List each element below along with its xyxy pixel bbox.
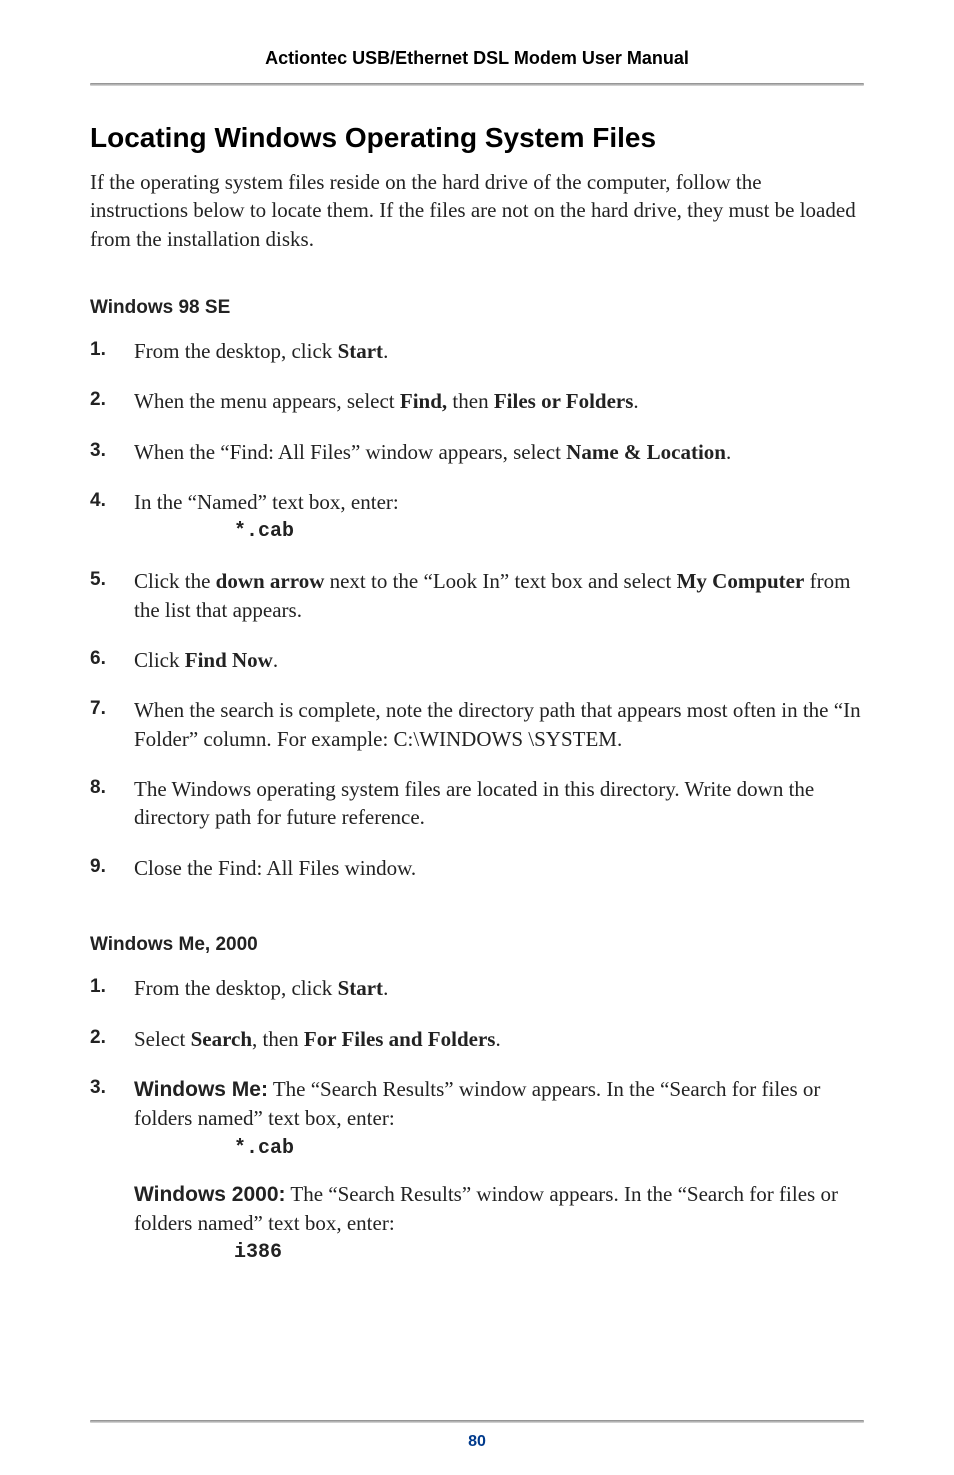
winme-steps: 1. From the desktop, click Start. 2. Sel… <box>90 974 864 1266</box>
step-body: Click Find Now. <box>134 646 864 674</box>
step-body: Click the down arrow next to the “Look I… <box>134 567 864 624</box>
section-intro: If the operating system files reside on … <box>90 168 864 253</box>
winme-label: Windows Me: <box>134 1078 268 1101</box>
step-body: From the desktop, click Start. <box>134 974 864 1002</box>
win98-steps: 1. From the desktop, click Start. 2. Whe… <box>90 337 864 882</box>
step-number: 5. <box>90 567 134 593</box>
step-body: When the search is complete, note the di… <box>134 696 864 753</box>
list-item: 9. Close the Find: All Files window. <box>90 854 864 882</box>
footer-rule <box>90 1420 864 1423</box>
page-header: Actiontec USB/Ethernet DSL Modem User Ma… <box>90 48 864 83</box>
step-body: When the menu appears, select Find, then… <box>134 387 864 415</box>
code-cab: *.cab <box>234 518 864 545</box>
step-body: Close the Find: All Files window. <box>134 854 864 882</box>
win98-heading: Windows 98 SE <box>90 297 864 319</box>
list-item: 5. Click the down arrow next to the “Loo… <box>90 567 864 624</box>
list-item: 7. When the search is complete, note the… <box>90 696 864 753</box>
step-body: The Windows operating system files are l… <box>134 775 864 832</box>
step-number: 1. <box>90 974 134 1000</box>
list-item: 3. Windows Me: The “Search Results” wind… <box>90 1075 864 1266</box>
step-number: 2. <box>90 1025 134 1051</box>
step-number: 8. <box>90 775 134 801</box>
list-item: 3. When the “Find: All Files” window app… <box>90 438 864 466</box>
path-text: C:\WINDOWS \SYSTEM <box>394 727 617 751</box>
list-item: 8. The Windows operating system files ar… <box>90 775 864 832</box>
step-body: In the “Named” text box, enter: *.cab <box>134 488 864 545</box>
list-item: 2. When the menu appears, select Find, t… <box>90 387 864 415</box>
list-item: 4. In the “Named” text box, enter: *.cab <box>90 488 864 545</box>
step-number: 3. <box>90 1075 134 1101</box>
step-number: 3. <box>90 438 134 464</box>
winme-heading: Windows Me, 2000 <box>90 934 864 956</box>
step-body: From the desktop, click Start. <box>134 337 864 365</box>
header-rule <box>90 83 864 86</box>
code-cab: *.cab <box>234 1135 864 1162</box>
step-number: 2. <box>90 387 134 413</box>
list-item: 1. From the desktop, click Start. <box>90 974 864 1002</box>
step-body: When the “Find: All Files” window appear… <box>134 438 864 466</box>
step-number: 6. <box>90 646 134 672</box>
code-i386: i386 <box>234 1239 864 1266</box>
step-number: 1. <box>90 337 134 363</box>
step-body: Select Search, then For Files and Folder… <box>134 1025 864 1053</box>
step-number: 4. <box>90 488 134 514</box>
step-number: 7. <box>90 696 134 722</box>
page-number: 80 <box>0 1433 954 1451</box>
list-item: 6. Click Find Now. <box>90 646 864 674</box>
win2000-label: Windows 2000: <box>134 1183 286 1206</box>
step-number: 9. <box>90 854 134 880</box>
list-item: 2. Select Search, then For Files and Fol… <box>90 1025 864 1053</box>
step-body: Windows Me: The “Search Results” window … <box>134 1075 864 1266</box>
list-item: 1. From the desktop, click Start. <box>90 337 864 365</box>
section-title: Locating Windows Operating System Files <box>90 122 864 154</box>
